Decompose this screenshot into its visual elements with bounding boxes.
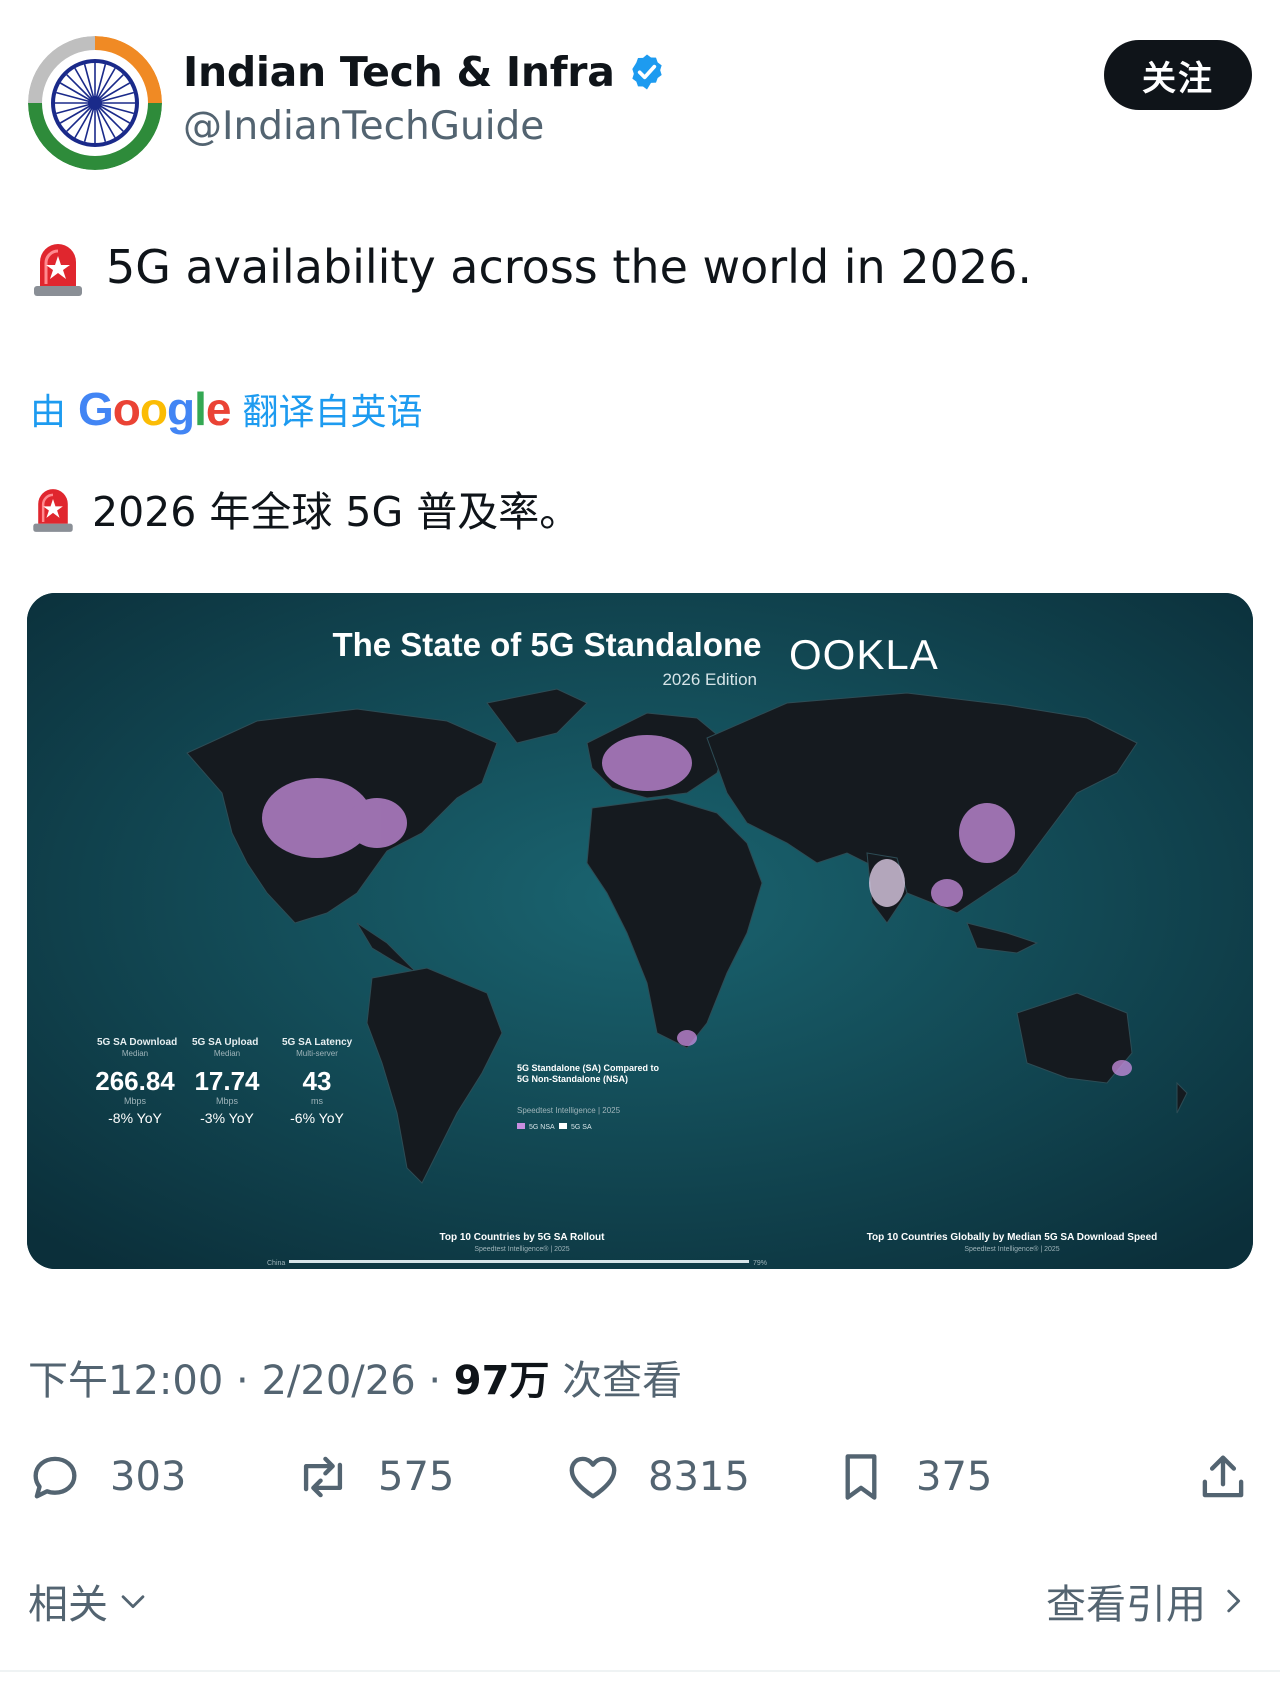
verified-badge-icon bbox=[631, 54, 662, 90]
display-name[interactable]: Indian Tech & Infra bbox=[183, 48, 615, 96]
siren-emoji-icon bbox=[34, 244, 82, 296]
translate-prefix: 由 bbox=[30, 392, 67, 433]
reply-count: 303 bbox=[110, 1454, 187, 1500]
translate-suffix: 翻译自英语 bbox=[242, 392, 423, 433]
repost-count: 575 bbox=[378, 1454, 455, 1500]
stat-sub-upload: Median bbox=[214, 1049, 240, 1058]
google-logo: Google bbox=[78, 383, 231, 435]
tweet-date[interactable]: 2/20/26 bbox=[261, 1358, 415, 1404]
related-label: 相关 bbox=[28, 1582, 108, 1628]
stat-unit-upload: Mbps bbox=[216, 1096, 239, 1106]
tweet-text: 5G availability across the world in 2026… bbox=[30, 236, 1032, 298]
speed-chart-title: Top 10 Countries Globally by Median 5G S… bbox=[867, 1232, 1158, 1243]
legend-item-sa: 5G SA bbox=[571, 1124, 592, 1131]
avatar[interactable] bbox=[28, 36, 162, 170]
translated-body: 2026 年全球 5G 普及率。 bbox=[92, 488, 581, 536]
legend-item-nsa: 5G NSA bbox=[529, 1124, 555, 1131]
quotes-label: 查看引用 bbox=[1046, 1582, 1206, 1628]
share-button[interactable] bbox=[1194, 1448, 1252, 1506]
rollout-bar bbox=[289, 1260, 749, 1263]
like-count: 8315 bbox=[648, 1454, 750, 1500]
stat-label-latency: 5G SA Latency bbox=[282, 1037, 353, 1048]
translation-note[interactable]: 由 Google 翻译自英语 bbox=[30, 382, 423, 436]
translated-text: 2026 年全球 5G 普及率。 bbox=[30, 478, 580, 538]
views-count: 97万 bbox=[453, 1358, 550, 1404]
rollout-chart-source: Speedtest Intelligence® | 2025 bbox=[474, 1245, 569, 1253]
rollout-chart-title: Top 10 Countries by 5G SA Rollout bbox=[439, 1232, 605, 1243]
reply-button[interactable]: 303 bbox=[26, 1448, 186, 1506]
repost-button[interactable]: 575 bbox=[294, 1448, 454, 1506]
stat-value-upload: 17.74 bbox=[194, 1066, 260, 1096]
media-image[interactable]: The State of 5G Standalone 2026 Edition … bbox=[27, 593, 1253, 1269]
stat-label-download: 5G SA Download bbox=[97, 1037, 177, 1048]
tweet-time[interactable]: 下午12:00 bbox=[28, 1358, 223, 1404]
tweet-body: 5G availability across the world in 2026… bbox=[106, 240, 1033, 294]
stat-value-latency: 43 bbox=[303, 1066, 332, 1096]
repost-icon bbox=[303, 1456, 343, 1498]
stat-change-download: -8% YoY bbox=[108, 1110, 162, 1126]
bookmark-count: 375 bbox=[916, 1454, 993, 1500]
like-button[interactable]: 8315 bbox=[564, 1448, 750, 1506]
stat-unit-latency: ms bbox=[311, 1096, 323, 1106]
bookmark-icon bbox=[845, 1454, 877, 1500]
stat-unit-download: Mbps bbox=[124, 1096, 147, 1106]
map-title: The State of 5G Standalone bbox=[332, 626, 761, 663]
stat-label-upload: 5G SA Upload bbox=[192, 1037, 258, 1048]
view-quotes-link[interactable]: 查看引用 bbox=[1046, 1572, 1250, 1630]
stat-change-upload: -3% YoY bbox=[200, 1110, 254, 1126]
meta-separator: · bbox=[236, 1358, 249, 1404]
tweet-header: Indian Tech & Infra @IndianTechGuide 关注 bbox=[28, 36, 1258, 176]
legend-title: 5G Standalone (SA) Compared to 5G Non-St… bbox=[517, 1063, 660, 1084]
rollout-bar-country: China bbox=[267, 1260, 285, 1267]
chevron-down-icon bbox=[121, 1595, 145, 1609]
legend-source: Speedtest Intelligence | 2025 bbox=[517, 1106, 621, 1115]
stat-sub-download: Median bbox=[122, 1049, 148, 1058]
stat-change-latency: -6% YoY bbox=[290, 1110, 344, 1126]
speed-chart-source: Speedtest Intelligence® | 2025 bbox=[964, 1245, 1059, 1253]
stat-value-download: 266.84 bbox=[95, 1066, 175, 1096]
related-toggle[interactable]: 相关 bbox=[28, 1572, 150, 1630]
ookla-logo: OOKLA bbox=[789, 631, 939, 678]
heart-icon bbox=[569, 1456, 617, 1499]
divider bbox=[0, 1670, 1280, 1672]
views-label: 次查看 bbox=[562, 1358, 683, 1404]
user-handle[interactable]: @IndianTechGuide bbox=[183, 104, 544, 149]
map-edition: 2026 Edition bbox=[662, 670, 757, 689]
action-bar: 303 575 8315 375 bbox=[26, 1448, 1256, 1518]
bookmark-button[interactable]: 375 bbox=[832, 1448, 992, 1506]
meta-separator: · bbox=[428, 1358, 442, 1404]
reply-icon bbox=[33, 1456, 77, 1499]
tweet-meta: 下午12:00 · 2/20/26 · 97万 次查看 bbox=[28, 1348, 682, 1406]
siren-emoji-icon bbox=[33, 489, 73, 532]
rollout-bar-value: 79% bbox=[753, 1260, 767, 1267]
stat-sub-latency: Multi-server bbox=[296, 1049, 338, 1058]
follow-button[interactable]: 关注 bbox=[1104, 40, 1252, 110]
stats-panel: 5G SA Download Median 266.84 Mbps -8% Yo… bbox=[95, 1037, 352, 1126]
share-icon bbox=[1202, 1455, 1244, 1498]
chevron-right-icon bbox=[1227, 1589, 1241, 1613]
